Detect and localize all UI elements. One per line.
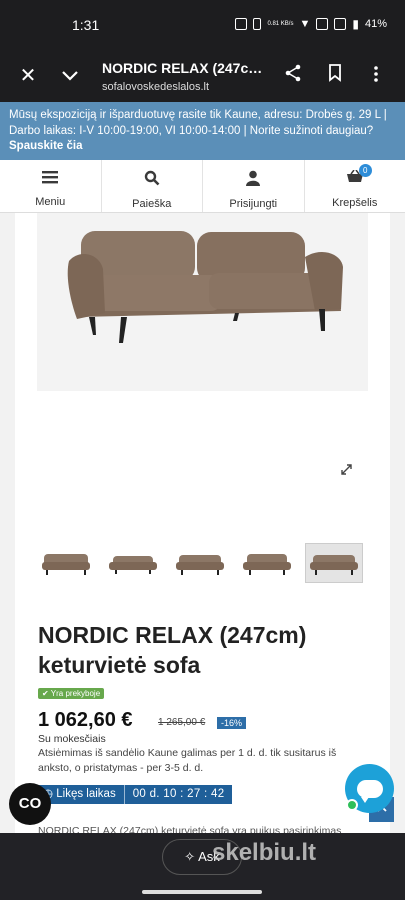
nav-menu[interactable]: Meniu <box>0 160 102 212</box>
bottom-bar: ✧ Ask skelbiu.lt <box>0 833 405 900</box>
vibrate-icon <box>253 18 262 30</box>
cart-icon: 0 <box>346 164 372 188</box>
wifi-icon: ▼ <box>299 18 311 30</box>
thumbnail-4[interactable] <box>238 543 296 583</box>
search-icon <box>144 170 160 188</box>
browser-page-title: NORDIC RELAX (247cm... <box>102 60 267 76</box>
time-left-timer: ◷ Likęs laikas 00 d. 10 : 27 : 42 <box>37 785 233 804</box>
status-time: 1:31 <box>72 17 100 33</box>
signal-icon-2 <box>334 18 347 30</box>
nav-search-label: Paieška <box>132 198 172 210</box>
product-old-price: 1 265,00 € <box>158 717 206 728</box>
pickup-note: Atsiėmimas iš sandėlio Kaune galimas per… <box>38 747 337 774</box>
browser-url[interactable]: sofalovoskedeslalos.lt <box>102 81 209 93</box>
product-card: NORDIC RELAX (247cm) keturvietė sofa ✔ Y… <box>15 213 390 837</box>
nav-login[interactable]: Prisijungti <box>203 160 305 212</box>
home-indicator[interactable] <box>142 890 262 894</box>
banner-link[interactable]: Spauskite čia <box>9 140 83 152</box>
thumbnail-1[interactable] <box>37 543 95 583</box>
product-price: 1 062,60 € <box>38 709 133 731</box>
page-content: NORDIC RELAX (247cm) keturvietė sofa ✔ Y… <box>0 213 405 837</box>
chevron-down-icon[interactable] <box>58 64 82 88</box>
status-bar: 1:31 0.81 KB/s ▼ ▮ 41% <box>0 0 405 50</box>
close-icon[interactable]: ✕ <box>16 64 40 88</box>
timer-value: 00 d. 10 : 27 : 42 <box>132 788 225 800</box>
cart-count-badge: 0 <box>358 164 372 177</box>
discount-badge: -16% <box>217 717 247 729</box>
hamburger-icon <box>42 170 59 188</box>
nav-menu-label: Meniu <box>35 196 66 208</box>
expand-image-icon[interactable] <box>341 463 352 478</box>
nav-login-label: Prisijungti <box>229 198 278 210</box>
stock-badge: ✔ Yra prekyboje <box>38 688 105 699</box>
user-icon <box>246 170 261 188</box>
browser-toolbar: ✕ NORDIC RELAX (247cm... sofalovoskedesl… <box>0 50 405 102</box>
network-speed: 0.81 KB/s <box>267 21 294 27</box>
thumbnail-5[interactable] <box>305 543 363 583</box>
tax-note: Su mokesčiais <box>38 733 106 745</box>
timer-label-text: Likęs laikas <box>56 788 116 800</box>
product-main-image[interactable] <box>37 213 368 391</box>
nav-search[interactable]: Paieška <box>102 160 203 212</box>
status-icons: 0.81 KB/s ▼ ▮ 41% <box>235 17 387 31</box>
more-options-icon[interactable] <box>364 64 388 88</box>
nav-cart-label: Krepšelis <box>332 197 378 209</box>
bookmark-icon[interactable] <box>323 64 347 88</box>
signal-icon <box>316 18 329 30</box>
watermark: skelbiu.lt <box>212 839 317 866</box>
thumbnail-strip <box>37 543 363 583</box>
info-banner: Mūsų ekspoziciją ir išparduotuvę rasite … <box>0 102 405 160</box>
battery-icon: ▮ <box>352 17 359 31</box>
share-icon[interactable] <box>281 64 305 88</box>
chat-bubble-icon <box>356 779 383 803</box>
site-nav: Meniu Paieška Prisijungti 0 Krepšelis <box>0 160 405 213</box>
thumbnail-2[interactable] <box>104 543 162 583</box>
online-status-dot <box>346 799 358 811</box>
battery-level: 41% <box>364 18 387 30</box>
thumbnail-3[interactable] <box>171 543 229 583</box>
banner-text: Mūsų ekspoziciją ir išparduotuvę rasite … <box>9 109 387 137</box>
product-title: NORDIC RELAX (247cm) keturvietė sofa <box>38 622 307 678</box>
nav-cart[interactable]: 0 Krepšelis <box>305 160 405 212</box>
co-widget-button[interactable]: CO <box>9 783 51 825</box>
stock-badge-text: Yra prekyboje <box>50 689 101 698</box>
sparkle-search-icon: ✧ <box>184 849 196 864</box>
screen-record-icon <box>235 18 248 30</box>
